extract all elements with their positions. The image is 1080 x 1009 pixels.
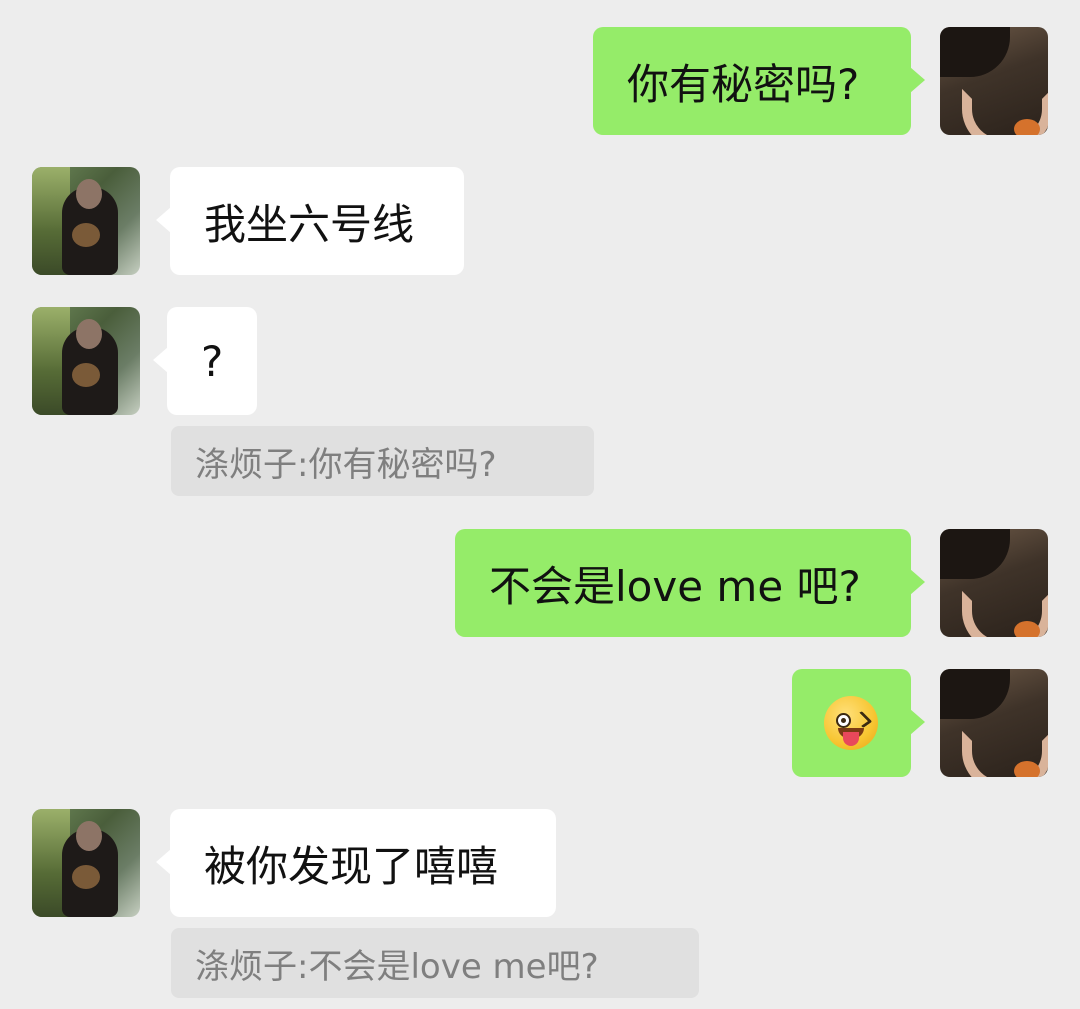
quote-text: 涤烦子:不会是love me吧? — [195, 946, 599, 987]
winking-face-with-tongue-emoji — [824, 696, 878, 750]
contact-avatar[interactable] — [32, 167, 140, 275]
contact-avatar[interactable] — [32, 809, 140, 917]
message-text: ? — [201, 336, 224, 386]
message-text: 不会是love me 吧? — [489, 561, 861, 611]
message-bubble-outgoing[interactable]: 你有秘密吗? — [593, 27, 925, 135]
message-bubble-incoming[interactable]: ? — [153, 307, 257, 415]
message-bubble-outgoing[interactable]: 不会是love me 吧? — [455, 529, 925, 637]
message-text: 你有秘密吗? — [627, 59, 860, 109]
message-bubble-incoming[interactable]: 被你发现了嘻嘻 — [156, 809, 556, 917]
message-text: 我坐六号线 — [204, 199, 415, 249]
my-avatar[interactable] — [940, 529, 1048, 637]
my-avatar[interactable] — [940, 27, 1048, 135]
quoted-reply[interactable]: 涤烦子:不会是love me吧? — [171, 928, 699, 998]
contact-avatar[interactable] — [32, 307, 140, 415]
quoted-reply[interactable]: 涤烦子:你有秘密吗? — [171, 426, 594, 496]
message-bubble-outgoing[interactable] — [792, 669, 925, 777]
quote-text: 涤烦子:你有秘密吗? — [195, 444, 497, 485]
my-avatar[interactable] — [940, 669, 1048, 777]
chat-view: 你有秘密吗? 我坐六号线 ? 涤烦子:你有秘密吗? 不会是love me 吧? … — [0, 0, 1080, 1009]
message-text: 被你发现了嘻嘻 — [204, 841, 499, 891]
message-bubble-incoming[interactable]: 我坐六号线 — [156, 167, 464, 275]
